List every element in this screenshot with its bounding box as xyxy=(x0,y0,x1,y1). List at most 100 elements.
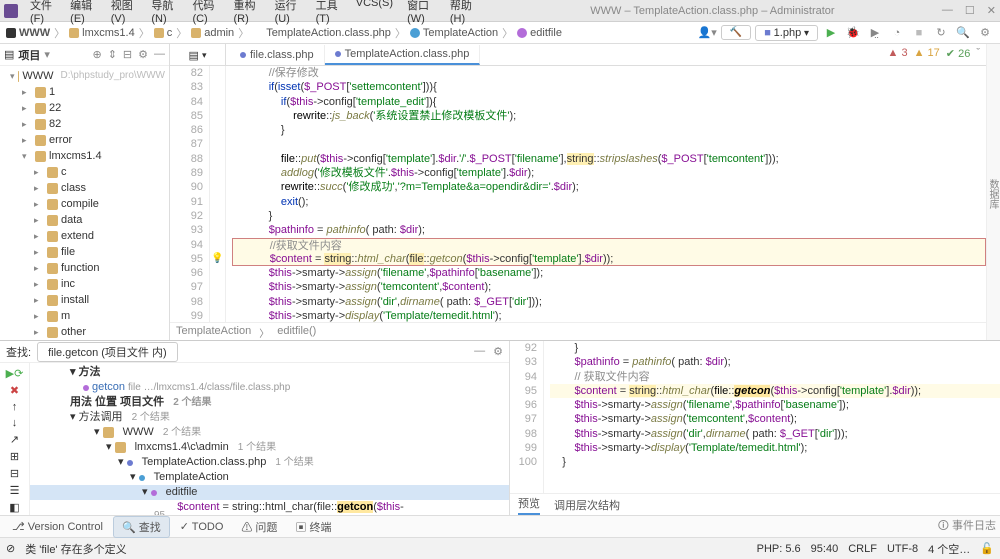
tree-item[interactable]: ▸compile xyxy=(0,196,169,212)
tree-item[interactable]: ▸function xyxy=(0,260,169,276)
menu-item[interactable]: 编辑(E) xyxy=(64,0,103,27)
find-node[interactable]: ▾ editfile xyxy=(30,485,509,500)
gear-icon[interactable]: ⚙ xyxy=(138,48,148,61)
debug-icon[interactable]: 🐞 xyxy=(844,24,862,42)
tree-item[interactable]: ▾WWWD:\phpstudy_pro\WWW xyxy=(0,68,169,84)
project-tree[interactable]: ▾WWWD:\phpstudy_pro\WWW▸1▸22▸82▸error▾lm… xyxy=(0,66,169,340)
preview-editor[interactable]: 9293949596979899100 } $pathinfo = pathin… xyxy=(510,341,1000,493)
menu-item[interactable]: 重构(R) xyxy=(228,0,267,27)
breadcrumb-item[interactable]: editfile xyxy=(517,27,562,39)
select-opened-icon[interactable]: ⊕ xyxy=(92,48,101,61)
minimize-icon[interactable]: — xyxy=(942,4,953,17)
menu-item[interactable]: 窗口(W) xyxy=(401,0,442,27)
next-icon[interactable]: ↓ xyxy=(12,417,18,429)
right-tool-rail[interactable]: 数据库 xyxy=(986,44,1000,340)
code-editor[interactable]: 828384858687888990919293949596979899 💡 /… xyxy=(170,66,986,322)
tree-item[interactable]: ▸22 xyxy=(0,100,169,116)
find-settings-icon[interactable]: ⚙ xyxy=(493,345,503,358)
profile-icon[interactable]: ◔ xyxy=(888,24,906,42)
close-icon[interactable]: ✕ xyxy=(987,4,996,17)
breadcrumb-item[interactable]: lmxcms1.4 xyxy=(69,27,135,39)
encoding[interactable]: UTF-8 xyxy=(887,543,918,555)
find-results-tree[interactable]: ▾方法 getcon file …/lmxcms1.4/class/file.c… xyxy=(30,363,509,515)
user-icon[interactable]: 👤▾ xyxy=(698,26,717,39)
breadcrumb-item[interactable]: TemplateAction.class.php xyxy=(253,27,391,39)
breadcrumb-item[interactable]: WWW xyxy=(6,27,50,39)
collapse-all-icon[interactable]: ⊟ xyxy=(10,467,19,480)
menu-item[interactable]: 视图(V) xyxy=(105,0,144,27)
preview-tab[interactable]: 调用层次结构 xyxy=(554,497,620,513)
tree-item[interactable]: ▸error xyxy=(0,132,169,148)
expand-icon[interactable]: ⇕ xyxy=(108,48,117,61)
menu-item[interactable]: 文件(F) xyxy=(24,0,62,27)
tool-window-button[interactable]: ⚠ 问题 xyxy=(233,517,285,537)
coverage-icon[interactable]: ▶̤ xyxy=(866,24,884,42)
menu-item[interactable]: 帮助(H) xyxy=(444,0,483,27)
search-icon[interactable]: 🔍 xyxy=(954,24,972,42)
tree-item[interactable]: ▸m xyxy=(0,308,169,324)
find-node[interactable]: ▾ WWW 2 个结果 xyxy=(30,425,509,440)
weak-warning-badge[interactable]: ✔ 26 xyxy=(946,47,971,60)
project-tool-button[interactable]: ▤▾ xyxy=(170,44,226,66)
readonly-icon[interactable]: 🔓 xyxy=(980,542,994,555)
tool-window-button[interactable]: 🔍 查找 xyxy=(113,516,170,538)
collapse-icon[interactable]: ⊟ xyxy=(123,48,132,61)
build-button[interactable]: 🔨 xyxy=(721,25,751,40)
preview-tab[interactable]: 预览 xyxy=(518,495,540,515)
find-target-pill[interactable]: file.getcon (项目文件 内) xyxy=(37,342,178,362)
tree-item[interactable]: ▸install xyxy=(0,292,169,308)
menu-item[interactable]: 导航(N) xyxy=(145,0,184,27)
php-version[interactable]: PHP: 5.6 xyxy=(757,543,801,555)
close-panel-icon[interactable]: ✖ xyxy=(10,384,19,397)
breadcrumb-item[interactable]: admin xyxy=(191,27,234,39)
run-config-selector[interactable]: ■ 1.php ▾ xyxy=(755,25,818,41)
caret-position[interactable]: 95:40 xyxy=(811,543,839,555)
crumb[interactable]: editfile() xyxy=(277,325,316,338)
menu-item[interactable]: 代码(C) xyxy=(186,0,225,27)
update-icon[interactable]: ↻ xyxy=(932,24,950,42)
tool-window-button[interactable]: ▣ 终端 xyxy=(287,517,339,537)
stop-icon[interactable]: ■ xyxy=(910,24,928,42)
tree-item[interactable]: ▸data xyxy=(0,212,169,228)
tree-item[interactable]: ▸extend xyxy=(0,228,169,244)
hide-icon[interactable]: — xyxy=(154,48,165,61)
pin-icon[interactable]: — xyxy=(474,345,485,358)
event-log-button[interactable]: 🛈 事件日志 xyxy=(938,517,996,536)
preview-icon[interactable]: ◧ xyxy=(9,501,19,514)
tree-item[interactable]: ▸1 xyxy=(0,84,169,100)
run-icon[interactable]: ▶ xyxy=(822,24,840,42)
tree-item[interactable]: ▸82 xyxy=(0,116,169,132)
tree-item[interactable]: ▸class xyxy=(0,180,169,196)
expand-all-icon[interactable]: ⊞ xyxy=(10,450,19,463)
find-node[interactable]: ▾ lmxcms1.4\c\admin 1 个结果 xyxy=(30,440,509,455)
maximize-icon[interactable]: ☐ xyxy=(965,4,975,17)
tree-item[interactable]: ▸c xyxy=(0,164,169,180)
line-separator[interactable]: CRLF xyxy=(848,543,877,555)
tool-window-button[interactable]: ✓ TODO xyxy=(172,518,232,535)
tree-item[interactable]: ▸file xyxy=(0,244,169,260)
indent[interactable]: 4 个空… xyxy=(928,541,970,557)
menu-item[interactable]: 运行(U) xyxy=(269,0,308,27)
breadcrumb-item[interactable]: c xyxy=(154,27,173,39)
editor-tab[interactable]: file.class.php xyxy=(230,45,325,65)
export-icon[interactable]: ↗ xyxy=(10,433,19,446)
crumb[interactable]: TemplateAction xyxy=(176,325,251,338)
tree-item[interactable]: ▾lmxcms1.4 xyxy=(0,148,169,164)
usage-code-line[interactable]: $content = string::html_char(file::getco… xyxy=(177,500,505,515)
editor-tab[interactable]: TemplateAction.class.php xyxy=(325,45,481,65)
menu-item[interactable]: 工具(T) xyxy=(310,0,348,27)
tree-item[interactable]: ▸inc xyxy=(0,276,169,292)
error-badge[interactable]: ▲ 3 xyxy=(888,47,908,60)
rerun-icon[interactable]: ▶⟳ xyxy=(6,367,24,380)
tree-item[interactable]: ▸other xyxy=(0,324,169,340)
group-icon[interactable]: ☰ xyxy=(10,484,20,497)
tool-window-button[interactable]: ⎇ Version Control xyxy=(4,518,111,535)
method-link[interactable]: getcon xyxy=(92,380,125,395)
prev-icon[interactable]: ↑ xyxy=(12,401,18,413)
breadcrumb-item[interactable]: TemplateAction xyxy=(410,27,498,39)
find-node[interactable]: ▾ TemplateAction xyxy=(30,470,509,485)
warning-badge[interactable]: ▲ 17 xyxy=(914,47,940,60)
find-node[interactable]: ▾ TemplateAction.class.php 1 个结果 xyxy=(30,455,509,470)
inspection-chevron-icon[interactable]: ˇ xyxy=(976,47,980,60)
settings-icon[interactable]: ⚙ xyxy=(976,24,994,42)
